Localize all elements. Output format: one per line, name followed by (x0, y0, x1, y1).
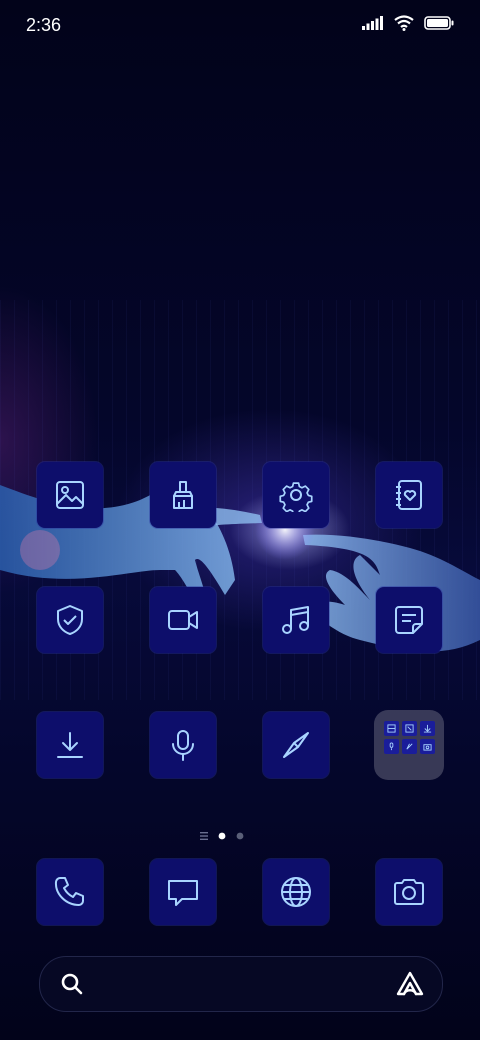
app-notes-book[interactable] (376, 462, 442, 528)
message-icon (168, 880, 198, 906)
folder-app-mini (402, 739, 417, 754)
app-security[interactable] (37, 587, 103, 653)
signal-icon (362, 16, 384, 35)
folder-app-mini (384, 721, 399, 736)
page-indicator[interactable] (0, 829, 480, 843)
image-icon (56, 481, 84, 509)
camera-icon (394, 879, 424, 905)
app-music[interactable] (263, 587, 329, 653)
clock: 2:36 (26, 15, 62, 35)
app-folder[interactable] (374, 710, 444, 780)
gear-icon (279, 482, 313, 512)
page-dot-current (218, 832, 226, 840)
app-settings[interactable] (263, 462, 329, 528)
folder-app-mini (420, 739, 435, 754)
brush-icon (173, 481, 193, 509)
download-icon (57, 732, 83, 758)
microphone-icon (172, 730, 194, 761)
dock-camera[interactable] (376, 859, 442, 925)
folder-app-mini (402, 721, 417, 736)
shield-check-icon (57, 605, 83, 635)
battery-icon (424, 16, 454, 35)
status-bar: 2:36 (0, 0, 480, 50)
app-cleaner[interactable] (150, 462, 216, 528)
page-list-icon (200, 832, 208, 840)
app-video[interactable] (150, 587, 216, 653)
dock-browser[interactable] (263, 859, 329, 925)
search-bar[interactable] (39, 956, 443, 1012)
search-icon[interactable] (60, 972, 84, 996)
wifi-icon (394, 15, 414, 36)
heart-notebook-icon (396, 480, 422, 510)
phone-icon (54, 877, 84, 906)
dock-phone[interactable] (37, 859, 103, 925)
app-recorder[interactable] (150, 712, 216, 778)
app-compass[interactable] (263, 712, 329, 778)
dock-messages[interactable] (150, 859, 216, 925)
app-gallery[interactable] (37, 462, 103, 528)
assistant-icon[interactable] (396, 970, 424, 998)
note-icon (395, 606, 423, 634)
music-note-icon (282, 606, 309, 634)
compass-icon (283, 732, 309, 758)
globe-icon (281, 877, 311, 907)
video-camera-icon (168, 610, 198, 630)
app-notes[interactable] (376, 587, 442, 653)
app-downloads[interactable] (37, 712, 103, 778)
page-dot (236, 832, 244, 840)
folder-app-mini (384, 739, 399, 754)
folder-app-mini (420, 721, 435, 736)
